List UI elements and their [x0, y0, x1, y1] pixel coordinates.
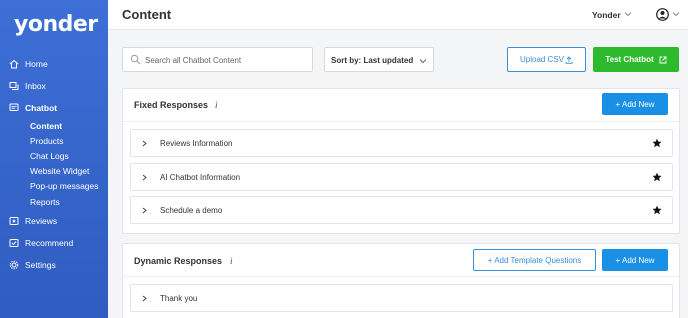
- list-item-label: AI Chatbot Information: [160, 173, 241, 182]
- chevron-down-icon[interactable]: [672, 10, 680, 18]
- search-box: [122, 47, 313, 72]
- list-item[interactable]: Reviews Information: [130, 129, 673, 157]
- search-icon: [130, 54, 141, 65]
- inbox-icon: [9, 81, 19, 91]
- test-chatbot-button[interactable]: Test Chatbot: [593, 47, 679, 72]
- sidebar-subitem-popup-messages[interactable]: Pop-up messages: [30, 181, 99, 191]
- list-item[interactable]: AI Chatbot Information: [130, 163, 673, 191]
- sidebar-subitem-chat-logs[interactable]: Chat Logs: [30, 151, 69, 161]
- sidebar-item-home[interactable]: Home: [0, 54, 108, 74]
- sidebar-item-label: Recommend: [25, 238, 74, 248]
- upload-csv-label: Upload CSV: [519, 55, 565, 64]
- sidebar-subitem-products[interactable]: Products: [30, 136, 64, 146]
- account-switcher[interactable]: Yonder: [592, 10, 621, 20]
- list-item-label: Thank you: [160, 294, 198, 303]
- sidebar-item-recommend[interactable]: Recommend: [0, 233, 108, 253]
- chevron-down-icon[interactable]: [624, 10, 632, 18]
- page-title: Content: [122, 7, 172, 22]
- reviews-icon: [9, 216, 19, 226]
- add-new-button[interactable]: + Add New: [602, 93, 668, 115]
- dynamic-responses-panel: Dynamic Responses i + Add Template Quest…: [122, 243, 680, 318]
- chevron-down-icon: [419, 59, 427, 64]
- sidebar-item-label: Settings: [25, 260, 56, 270]
- sidebar-subitem-reports[interactable]: Reports: [30, 197, 60, 207]
- star-icon[interactable]: [652, 138, 662, 148]
- panel-header: Fixed Responses i + Add New: [123, 89, 679, 122]
- info-icon[interactable]: i: [215, 100, 218, 110]
- sidebar-item-label: Reviews: [25, 216, 58, 226]
- user-avatar-icon[interactable]: [656, 8, 669, 21]
- recommend-icon: [9, 238, 19, 248]
- upload-icon: [565, 55, 573, 64]
- panel-header: Dynamic Responses i + Add Template Quest…: [123, 244, 679, 277]
- search-input[interactable]: [145, 51, 310, 69]
- sidebar-item-chatbot[interactable]: Chatbot: [0, 98, 108, 118]
- star-icon[interactable]: [652, 205, 662, 215]
- chat-icon: [9, 103, 19, 113]
- top-header: Content Yonder: [108, 0, 688, 30]
- sidebar-item-label: Home: [25, 59, 48, 69]
- sidebar-item-label: Chatbot: [25, 103, 58, 113]
- list-item[interactable]: Schedule a demo: [130, 196, 673, 224]
- test-chatbot-label: Test Chatbot: [605, 55, 654, 64]
- sidebar-item-label: Inbox: [25, 81, 46, 91]
- upload-csv-button[interactable]: Upload CSV: [507, 47, 586, 72]
- home-icon: [9, 59, 19, 69]
- chevron-right-icon[interactable]: [141, 140, 148, 147]
- sidebar: yonder Home Inbox Chatbot Content Produc…: [0, 0, 108, 318]
- fixed-responses-panel: Fixed Responses i + Add New Reviews Info…: [122, 88, 680, 234]
- chevron-right-icon[interactable]: [141, 174, 148, 181]
- sort-dropdown[interactable]: Sort by: Last updated: [324, 47, 434, 72]
- sidebar-item-settings[interactable]: Settings: [0, 255, 108, 275]
- panel-title: Fixed Responses: [134, 100, 209, 110]
- chevron-right-icon[interactable]: [141, 207, 148, 214]
- info-icon[interactable]: i: [230, 256, 233, 266]
- sort-label: Sort by: Last updated: [331, 56, 414, 65]
- sidebar-subitem-content[interactable]: Content: [30, 121, 62, 131]
- star-icon[interactable]: [652, 172, 662, 182]
- list-item[interactable]: Thank you: [130, 284, 673, 312]
- panel-title: Dynamic Responses: [134, 256, 223, 266]
- add-template-questions-button[interactable]: + Add Template Questions: [473, 249, 596, 271]
- sidebar-item-reviews[interactable]: Reviews: [0, 211, 108, 231]
- sidebar-subitem-website-widget[interactable]: Website Widget: [30, 166, 89, 176]
- chevron-right-icon[interactable]: [141, 295, 148, 302]
- external-link-icon: [659, 56, 667, 63]
- list-item-label: Schedule a demo: [160, 206, 223, 215]
- gear-icon: [9, 260, 19, 270]
- sidebar-item-inbox[interactable]: Inbox: [0, 76, 108, 96]
- add-new-button[interactable]: + Add New: [602, 249, 668, 271]
- list-item-label: Reviews Information: [160, 139, 233, 148]
- yonder-logo[interactable]: yonder: [14, 12, 98, 37]
